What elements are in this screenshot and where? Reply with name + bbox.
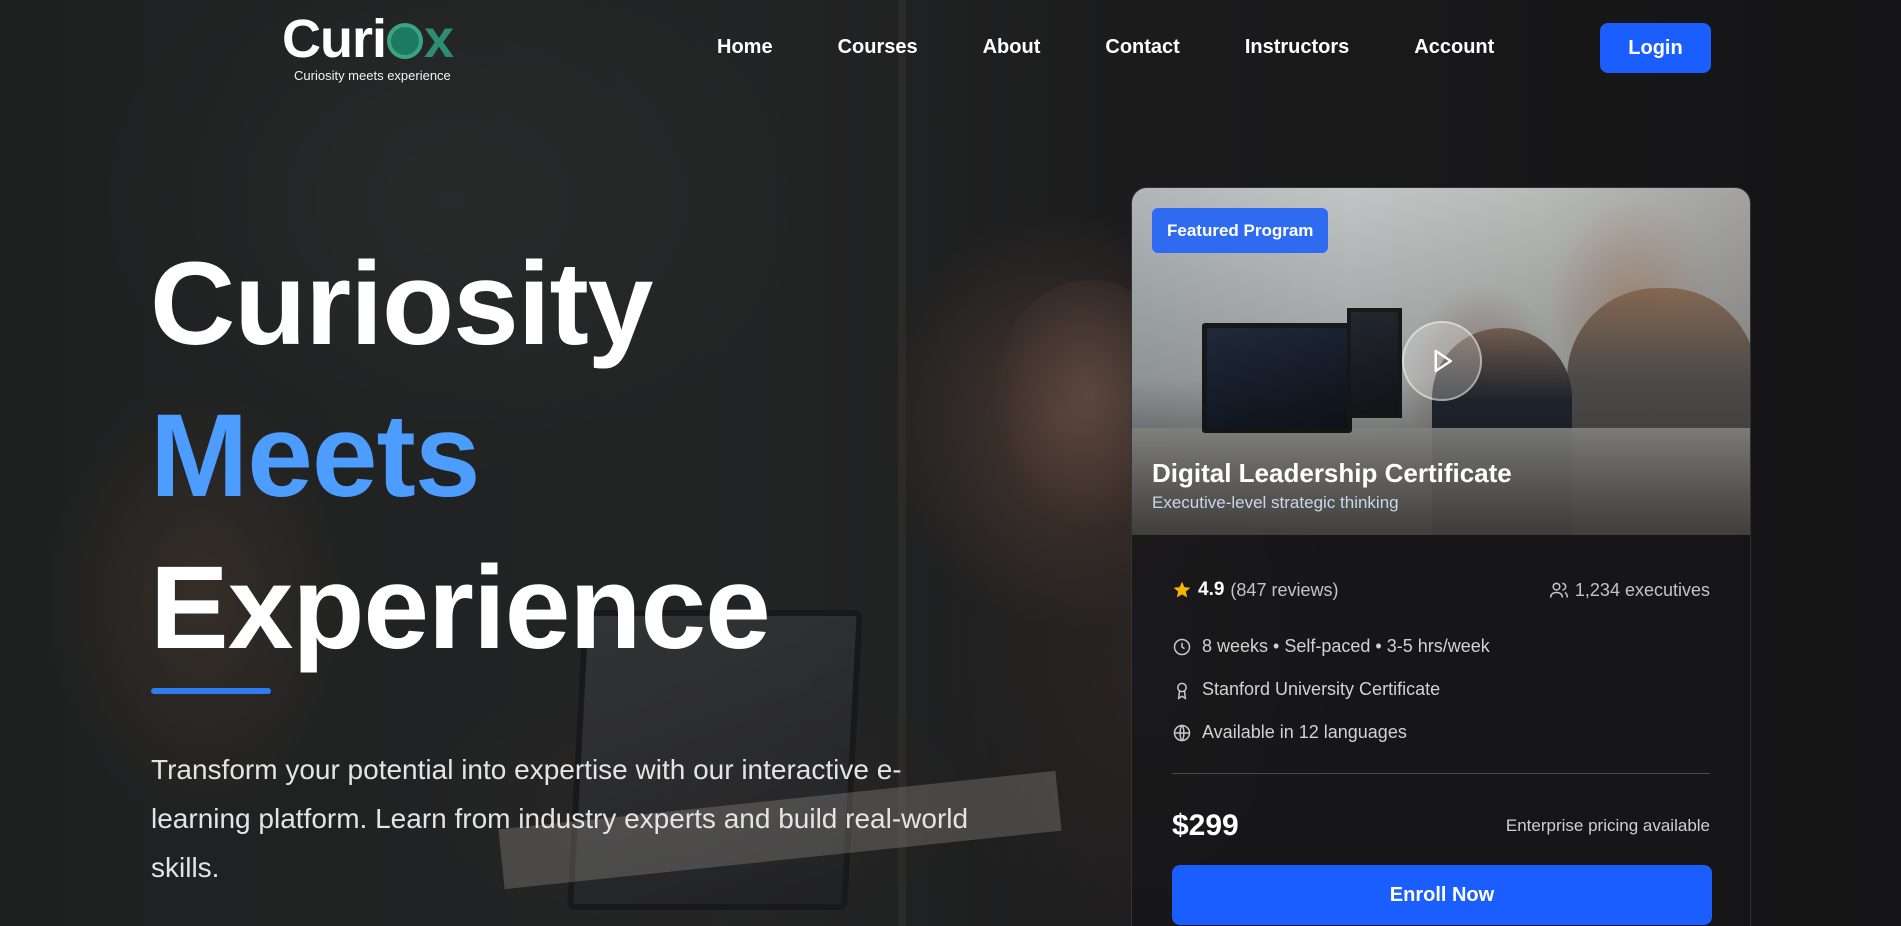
logo-wordmark: Curi x (282, 12, 482, 66)
hero-line-2: Meets (150, 390, 480, 522)
hero-line-1: Curiosity (150, 238, 653, 370)
languages-text: Available in 12 languages (1202, 722, 1407, 742)
featured-badge: Featured Program (1152, 208, 1329, 253)
nav-courses[interactable]: Courses (838, 36, 918, 59)
duration-text: 8 weeks • Self-paced • 3-5 hrs/week (1202, 636, 1490, 656)
learner-count-text: 1,234 executives (1574, 579, 1710, 600)
rating-value: 4.9 (1198, 579, 1225, 600)
play-icon (1434, 349, 1452, 373)
program-title: Digital Leadership Certificate (1152, 458, 1512, 488)
review-count: (847 reviews) (1230, 579, 1339, 600)
hero-title: Curiosity Meets Experience (150, 228, 771, 684)
main-nav: Home Courses About Contact Instructors A… (717, 36, 1559, 59)
hero-line-3: Experience (150, 542, 771, 674)
play-button[interactable] (1402, 321, 1482, 401)
award-icon (1172, 680, 1192, 700)
program-subtitle: Executive-level strategic thinking (1152, 493, 1399, 512)
nav-instructors[interactable]: Instructors (1245, 36, 1349, 59)
featured-program-card: Featured Program Digital Leadership Cert… (1131, 187, 1751, 926)
certificate-text: Stanford University Certificate (1202, 679, 1441, 699)
star-icon (1172, 580, 1192, 600)
enterprise-pricing-note: Enterprise pricing available (1505, 816, 1710, 835)
price-row: $299 Enterprise pricing available (1172, 809, 1710, 843)
card-body: 4.9 (847 reviews) 1,234 executives 8 wee… (1132, 579, 1750, 925)
nav-about[interactable]: About (983, 36, 1041, 59)
login-button[interactable]: Login (1600, 23, 1711, 73)
hero-underline (151, 688, 271, 694)
nav-home[interactable]: Home (717, 36, 773, 59)
program-preview-image[interactable]: Featured Program Digital Leadership Cert… (1132, 188, 1750, 535)
price: $299 (1172, 809, 1239, 842)
certificate-row: Stanford University Certificate (1172, 679, 1710, 700)
enroll-button[interactable]: Enroll Now (1172, 865, 1712, 925)
learner-count: 1,234 executives (1549, 580, 1710, 601)
duration-row: 8 weeks • Self-paced • 3-5 hrs/week (1172, 636, 1710, 657)
logo[interactable]: Curi x Curiosity meets experience (282, 12, 482, 83)
card-divider (1172, 773, 1710, 774)
users-icon (1549, 580, 1569, 600)
clock-icon (1172, 637, 1192, 657)
brain-icon (387, 23, 423, 59)
nav-account[interactable]: Account (1414, 36, 1494, 59)
logo-text-end: x (424, 9, 454, 69)
logo-tagline: Curiosity meets experience (294, 68, 451, 83)
globe-icon (1172, 723, 1192, 743)
languages-row: Available in 12 languages (1172, 722, 1710, 743)
logo-text: Curi (282, 9, 387, 69)
rating: 4.9 (847 reviews) (1172, 579, 1338, 601)
nav-contact[interactable]: Contact (1105, 36, 1179, 59)
rating-row: 4.9 (847 reviews) 1,234 executives (1172, 579, 1710, 601)
hero-description: Transform your potential into expertise … (151, 754, 969, 883)
site-header: Curi x Curiosity meets experience Home C… (0, 0, 1901, 96)
